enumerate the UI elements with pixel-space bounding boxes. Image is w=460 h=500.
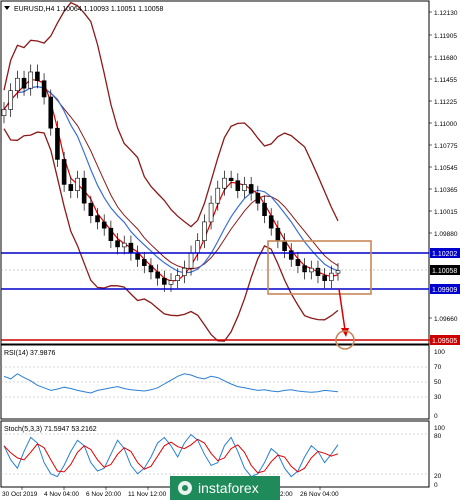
candle-body	[135, 252, 140, 260]
candle-body	[121, 242, 127, 248]
candle-body	[242, 184, 247, 191]
candle-body	[41, 80, 47, 98]
rsi-scale: 100 70 50 30 0	[434, 349, 445, 420]
candle-body	[68, 184, 74, 191]
price-tick-label: 1.10775	[434, 143, 458, 150]
price-tick-label: 1.10015	[434, 209, 458, 216]
candle-body	[35, 71, 40, 82]
candle-body	[88, 202, 94, 216]
candle-body	[208, 202, 214, 223]
candle-body	[28, 71, 34, 89]
candle-body	[55, 127, 60, 160]
candle-body	[175, 275, 180, 281]
candle-body	[61, 159, 67, 185]
time-tick-label: 30 Oct 2019	[2, 491, 38, 498]
rsi-tick-label: 50	[434, 379, 442, 386]
upper-line-tag-text: 1.10202	[432, 251, 457, 258]
candle-body	[108, 227, 114, 241]
candle-body	[235, 180, 241, 191]
time-tick-label: 6 Nov 20:00	[86, 491, 121, 498]
candle-body	[302, 265, 307, 273]
candle-body	[288, 250, 294, 260]
candle-body	[95, 215, 100, 223]
candle-body	[275, 227, 281, 241]
price-tick-label: 1.11000	[434, 121, 457, 128]
price-tick-label: 1.11455	[434, 77, 457, 84]
candle-body	[228, 177, 234, 181]
rsi-tick-label: 0	[434, 413, 438, 420]
stoch-label: Stoch(5,3,3) 71.5947 53.2162	[4, 426, 97, 433]
candle-body	[101, 221, 107, 229]
candle-body	[255, 192, 261, 204]
stoch-scale: 10080 20 0	[434, 425, 445, 489]
price-tick-label: 1.12130	[434, 10, 458, 17]
candle-body	[329, 272, 334, 281]
instaforex-logo-inner-icon	[182, 485, 188, 491]
price-tick-label: 1.11680	[434, 55, 457, 62]
candle-body	[202, 221, 207, 241]
candle-body	[215, 187, 221, 204]
stoch-tick-label: 0	[434, 482, 438, 489]
candle-body	[322, 275, 327, 281]
candle-body	[295, 259, 301, 266]
rsi-tick-label: 100	[434, 349, 445, 356]
candle-body	[195, 240, 201, 254]
time-tick-label: 4 Nov 04:00	[44, 491, 79, 498]
rsi-tick-label: 30	[434, 394, 442, 401]
price-scale: 1.12130 1.11905 1.11680 1.11455 1.11225 1.110…	[429, 10, 458, 345]
rsi-tick-label: 70	[434, 364, 442, 371]
candle-body	[262, 202, 267, 216]
price-chart[interactable]: EURUSD,H4 1.10064 1.10093 1.10051 1.1005…	[0, 0, 460, 500]
candle-body	[268, 215, 274, 229]
time-tick-label: 26 Nov 04:00	[300, 491, 339, 498]
stoch-tick-label: 80	[434, 433, 442, 440]
stoch-tick-label: 20	[434, 473, 442, 480]
candle-body	[141, 259, 147, 266]
price-tick-label: 1.09660	[434, 316, 458, 323]
candle-body	[155, 271, 160, 279]
candle-body	[148, 265, 154, 273]
candle-body	[1, 109, 7, 117]
lower-line-tag-text: 1.09909	[432, 287, 457, 294]
candle-body	[222, 177, 227, 189]
candle-body	[168, 280, 174, 285]
candle-body	[182, 267, 187, 276]
price-tick-label: 1.10365	[434, 187, 458, 194]
price-tick-label: 1.09880	[434, 231, 458, 238]
rsi-label: RSI(14) 37.9876	[4, 350, 55, 357]
candle-body	[248, 184, 254, 194]
symbol-info: EURUSD,H4 1.10064 1.10093 1.10051 1.1005…	[14, 6, 164, 13]
watermark-text: instaforex	[198, 480, 259, 496]
candle-body	[162, 277, 167, 285]
price-tick-label: 1.10545	[434, 165, 458, 172]
target-tag-text: 1.09505	[432, 338, 457, 345]
candle-body	[315, 267, 321, 276]
price-tick-label: 1.11225	[434, 99, 457, 106]
time-tick-label: 11 Nov 12:00	[128, 491, 167, 498]
candle-body	[75, 177, 80, 191]
stoch-tick-label: 100	[434, 425, 445, 432]
candle-body	[21, 77, 27, 89]
candle-body	[282, 240, 287, 251]
candle-body	[81, 177, 87, 204]
candle-body	[15, 77, 20, 92]
candle-body	[335, 270, 341, 274]
current-price-tag-text: 1.10058	[432, 268, 457, 275]
price-tick-label: 1.11905	[434, 33, 457, 40]
candle-body	[48, 96, 54, 129]
candle-body	[8, 90, 13, 110]
candle-body	[115, 240, 120, 248]
candle-body	[188, 252, 194, 269]
candle-body	[128, 242, 134, 254]
